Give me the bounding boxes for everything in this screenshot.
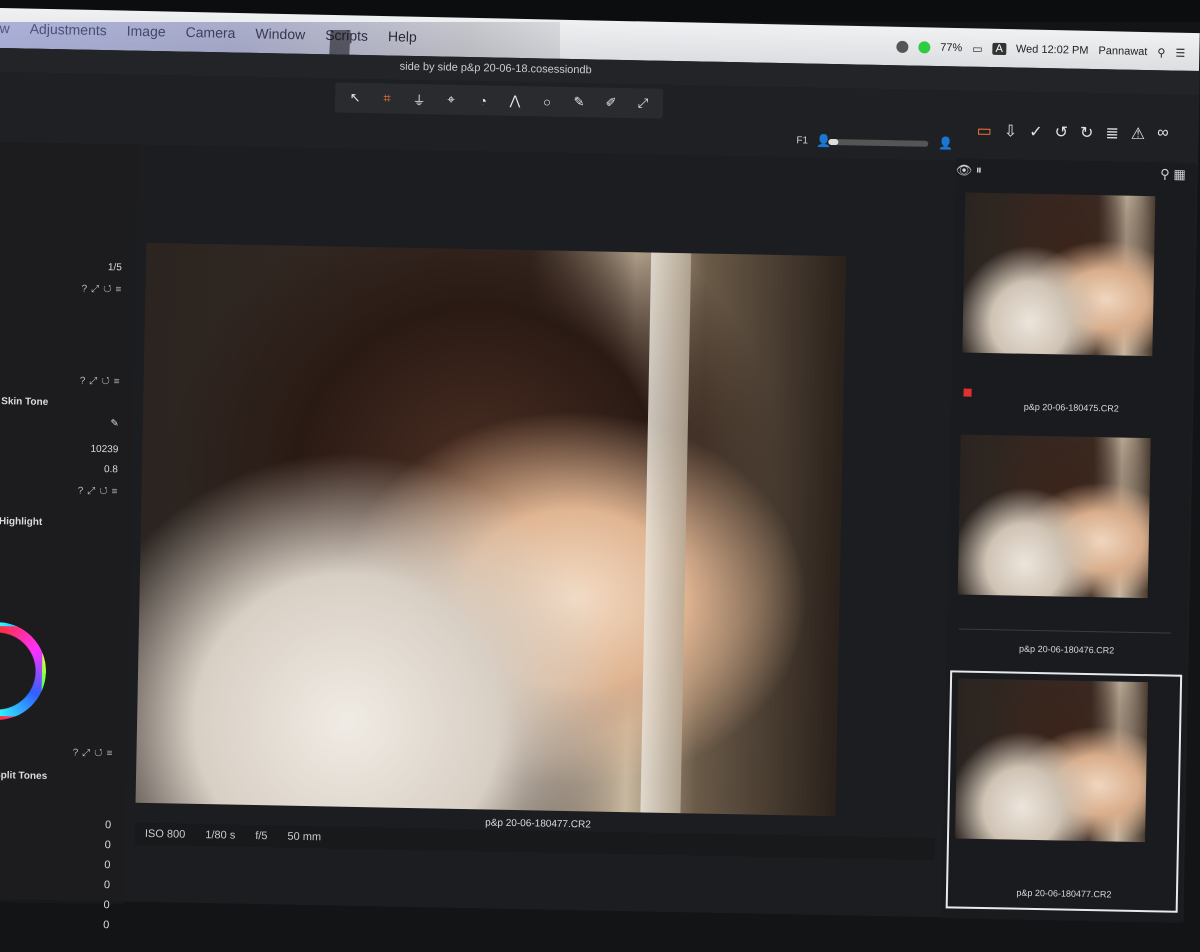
zoom-slider-fill <box>828 138 839 146</box>
crop-icon[interactable]: ⌗ <box>375 87 399 109</box>
focal-length-value: 50 mm <box>287 830 322 844</box>
menu-view[interactable]: w <box>0 20 10 36</box>
pause-icon[interactable]: ⏸ <box>976 163 982 178</box>
section-title-highlight[interactable]: Highlight <box>0 516 42 528</box>
stack-icon[interactable]: ≣ <box>1105 123 1119 143</box>
slider-value[interactable]: 0 <box>105 819 111 831</box>
proof-glasses-icon[interactable]: ∞ <box>1157 124 1169 144</box>
value-readout: 10239 <box>90 443 119 456</box>
mask-icon[interactable]: ⋀ <box>503 90 527 112</box>
value-readout: 0.8 <box>103 464 119 476</box>
shutter-value: 1/80 s <box>205 829 236 842</box>
viewer-eye-icon[interactable]: 👁 <box>956 162 973 178</box>
tool-actions-icons[interactable]: ?⤢↺≡ <box>80 376 124 388</box>
thumbnail-card[interactable]: p&p 20-06-180475.CR2 <box>955 186 1192 428</box>
menubar-status-area: 77% ▭ A Wed 12:02 PM Pannawat ⚲ ☰ <box>896 40 1199 59</box>
keystone-icon[interactable]: ⌖ <box>439 88 463 110</box>
menu-window[interactable]: Window <box>255 25 305 42</box>
thumbnail-filename: p&p 20-06-180475.CR2 <box>1023 401 1119 414</box>
redo-icon[interactable]: ↻ <box>1080 123 1094 143</box>
layers-icon[interactable]: ▭ <box>976 121 992 141</box>
color-tag-icon[interactable] <box>963 388 972 397</box>
iso-value: ISO 800 <box>144 827 186 841</box>
slider-value[interactable]: 0 <box>104 859 110 871</box>
copy-adjustments-icon[interactable]: ⇩ <box>1004 121 1018 141</box>
grid-icon[interactable]: ▦ <box>1173 167 1186 183</box>
menu-adjustments[interactable]: Adjustments <box>30 21 107 39</box>
user-name[interactable]: Pannawat <box>1098 45 1147 58</box>
warning-icon[interactable]: ⚠ <box>1131 124 1146 144</box>
line-icon[interactable] <box>918 41 931 54</box>
apply-adjustments-icon[interactable]: ✓ <box>1029 122 1043 142</box>
adjustments-panel: 1/5 ?⤢↺≡ ?⤢↺≡ Skin Tone ✎ 10239 0.8 ?⤢↺≡… <box>0 141 139 931</box>
capture-one-window: side by side p&p 20-06-18.cosessiondb ↖ … <box>0 48 1200 931</box>
thumbnail-card[interactable]: p&p 20-06-180476.CR2 <box>950 428 1187 670</box>
status-icon[interactable] <box>896 40 909 54</box>
document-title: side by side p&p 20-06-18.cosessiondb <box>399 60 592 77</box>
search-icon[interactable]: ⚲ <box>1160 166 1170 182</box>
right-toolbar: ▭ ⇩ ✓ ↺ ↻ ≣ ⚠ ∞ <box>976 121 1169 145</box>
picker-icon[interactable]: ✎ <box>110 418 119 429</box>
viewer-filename: p&p 20-06-180477.CR2 <box>485 817 591 831</box>
spotlight-search-icon[interactable]: ⚲ <box>1157 46 1165 59</box>
thumbnail-image[interactable] <box>957 434 1151 599</box>
menu-help[interactable]: Help <box>388 28 417 45</box>
thumbnail-filename: p&p 20-06-180476.CR2 <box>1019 643 1115 656</box>
pointer-icon[interactable]: ↖ <box>343 87 367 109</box>
main-image-viewer[interactable] <box>135 242 847 817</box>
slider-value[interactable]: 0 <box>105 839 111 851</box>
photo-curtain <box>640 252 692 814</box>
thumbnail-image[interactable] <box>955 678 1149 843</box>
slider-value[interactable]: 0 <box>103 899 109 911</box>
tool-actions-icons[interactable]: ?⤢↺≡ <box>73 748 117 760</box>
undo-icon[interactable]: ↺ <box>1054 122 1068 142</box>
thumbnail-rating-bar[interactable] <box>958 628 1171 644</box>
spot-icon[interactable]: ◔ <box>471 89 495 111</box>
brush-icon[interactable]: ✎ <box>567 91 591 113</box>
person-large-icon[interactable]: 👤 <box>938 136 953 150</box>
slider-value[interactable]: 0 <box>103 919 109 931</box>
notification-list-icon[interactable]: ☰ <box>1175 46 1185 59</box>
section-title-split-tones[interactable]: Split Tones <box>0 770 47 782</box>
menu-image[interactable]: Image <box>127 23 166 40</box>
input-source-badge[interactable]: A <box>992 42 1007 56</box>
slider-value[interactable]: 0 <box>104 879 110 891</box>
battery-percent[interactable]: 77% <box>940 42 962 54</box>
thumbnail-card-selected[interactable]: p&p 20-06-180477.CR2 <box>945 670 1183 913</box>
clock[interactable]: Wed 12:02 PM <box>1016 43 1089 57</box>
tool-actions-icons[interactable]: ?⤢↺≡ <box>78 486 122 498</box>
circle-icon[interactable]: ○ <box>535 90 559 112</box>
thumbnail-browser: 👁 ⏸ ⚲ ▦ p&p 20-06-180475.CR2 p&p 20-06-1… <box>941 158 1197 923</box>
thumbnail-image[interactable] <box>962 192 1156 357</box>
color-wheel[interactable] <box>0 621 47 721</box>
cursor-tools: ↖ ⌗ ⏚ ⌖ ◔ ⋀ ○ ✎ ✐ ⤢ <box>334 82 664 119</box>
value-readout: 1/5 <box>107 262 122 274</box>
aperture-value: f/5 <box>255 830 268 843</box>
picker-icon[interactable]: ⤢ <box>631 92 655 114</box>
battery-icon[interactable]: ▭ <box>972 42 983 55</box>
viewer-f1-label: F1 <box>796 135 809 147</box>
section-title-skin-tone[interactable]: Skin Tone <box>1 396 48 408</box>
tool-actions-icons[interactable]: ?⤢↺≡ <box>81 284 125 296</box>
menu-camera[interactable]: Camera <box>185 24 235 41</box>
eyedropper-icon[interactable]: ✐ <box>599 92 623 114</box>
straighten-icon[interactable]: ⏚ <box>407 88 431 110</box>
